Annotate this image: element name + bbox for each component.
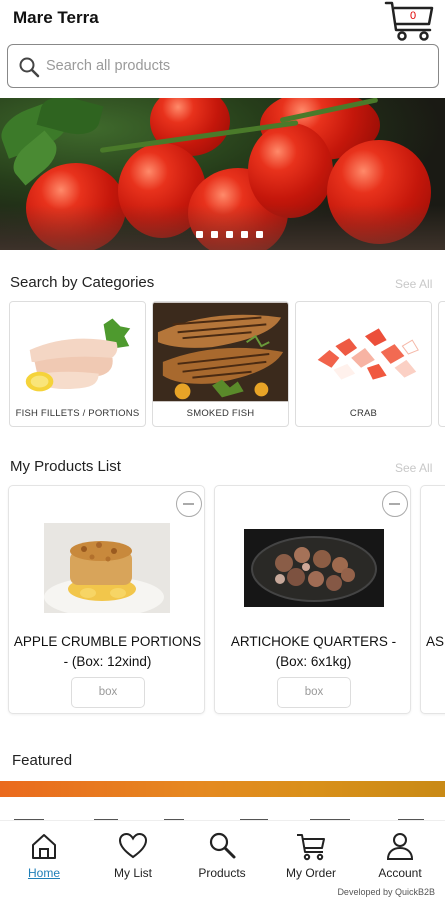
nav-label-home: Home xyxy=(27,866,60,880)
remove-item-button[interactable] xyxy=(382,491,408,517)
category-card-smoked-fish[interactable]: SMOKED FISH xyxy=(152,301,289,427)
carousel-dot[interactable] xyxy=(211,231,218,238)
nav-item-account[interactable]: Account xyxy=(360,831,440,881)
carousel-dot[interactable] xyxy=(241,231,248,238)
nav-item-products[interactable]: Products xyxy=(182,831,262,881)
product-card-partial[interactable]: AS xyxy=(420,485,445,714)
categories-see-all-link[interactable]: See All xyxy=(395,277,432,291)
category-card-crab[interactable]: CRAB xyxy=(295,301,432,427)
home-icon xyxy=(32,834,56,859)
promo-banner-carousel[interactable] xyxy=(0,98,445,250)
cart-count: 0 xyxy=(410,10,416,22)
artichoke-quarters-image xyxy=(244,529,384,607)
search-input[interactable] xyxy=(46,53,426,79)
search-bar[interactable] xyxy=(7,44,439,88)
user-icon xyxy=(386,833,414,860)
categories-heading: Search by Categories xyxy=(10,274,155,291)
smoked-fish-image xyxy=(153,302,288,402)
developer-credit: Developed by QuickB2B xyxy=(337,887,435,897)
product-name: APPLE CRUMBLE PORTIONS - (Box: 12xind) xyxy=(13,634,202,669)
cart-button[interactable]: 0 xyxy=(384,0,436,42)
crab-image xyxy=(296,302,431,402)
app-header: Mare Terra 0 xyxy=(0,0,445,42)
product-name: AS xyxy=(426,634,445,649)
heart-icon xyxy=(118,832,148,859)
nav-item-home[interactable]: Home xyxy=(4,831,84,881)
nav-label-my-list: My List xyxy=(113,866,152,880)
fish-fillets-image xyxy=(10,302,145,402)
carousel-dot[interactable] xyxy=(196,231,203,238)
remove-item-button[interactable] xyxy=(176,491,202,517)
product-card[interactable]: APPLE CRUMBLE PORTIONS - (Box: 12xind) b… xyxy=(8,485,205,714)
cart-icon xyxy=(297,834,325,861)
nav-label-my-order: My Order xyxy=(285,866,336,880)
cart-icon: 0 xyxy=(384,1,434,41)
carousel-dot[interactable] xyxy=(226,231,233,238)
product-name: ARTICHOKE QUARTERS - (Box: 6x1kg) xyxy=(230,634,397,669)
category-card-partial[interactable] xyxy=(438,301,445,427)
search-icon xyxy=(19,57,40,78)
category-label: SMOKED FISH xyxy=(186,408,255,419)
nav-item-my-list[interactable]: My List xyxy=(93,831,173,881)
nav-label-products: Products xyxy=(198,866,246,880)
product-card[interactable]: ARTICHOKE QUARTERS - (Box: 6x1kg) box xyxy=(214,485,411,714)
carousel-indicators[interactable] xyxy=(196,231,263,238)
products-heading: My Products List xyxy=(10,458,121,475)
products-see-all-link[interactable]: See All xyxy=(395,461,432,475)
category-label: CRAB xyxy=(349,408,378,419)
category-label: FISH FILLETS / PORTIONS xyxy=(15,408,140,419)
nav-item-my-order[interactable]: My Order xyxy=(271,831,351,881)
tomato-image xyxy=(248,123,333,218)
featured-heading: Featured xyxy=(12,752,73,769)
unit-selector-button[interactable]: box xyxy=(71,677,145,708)
app-title: Mare Terra xyxy=(13,8,99,27)
carousel-dot[interactable] xyxy=(256,231,263,238)
search-icon xyxy=(209,832,236,859)
banner-shade xyxy=(0,205,445,250)
apple-crumble-image xyxy=(44,523,170,613)
unit-selector-button[interactable]: box xyxy=(277,677,351,708)
category-card-fish-fillets[interactable]: FISH FILLETS / PORTIONS xyxy=(9,301,146,427)
featured-banner-strip[interactable] xyxy=(0,781,445,797)
nav-label-account: Account xyxy=(378,866,422,880)
